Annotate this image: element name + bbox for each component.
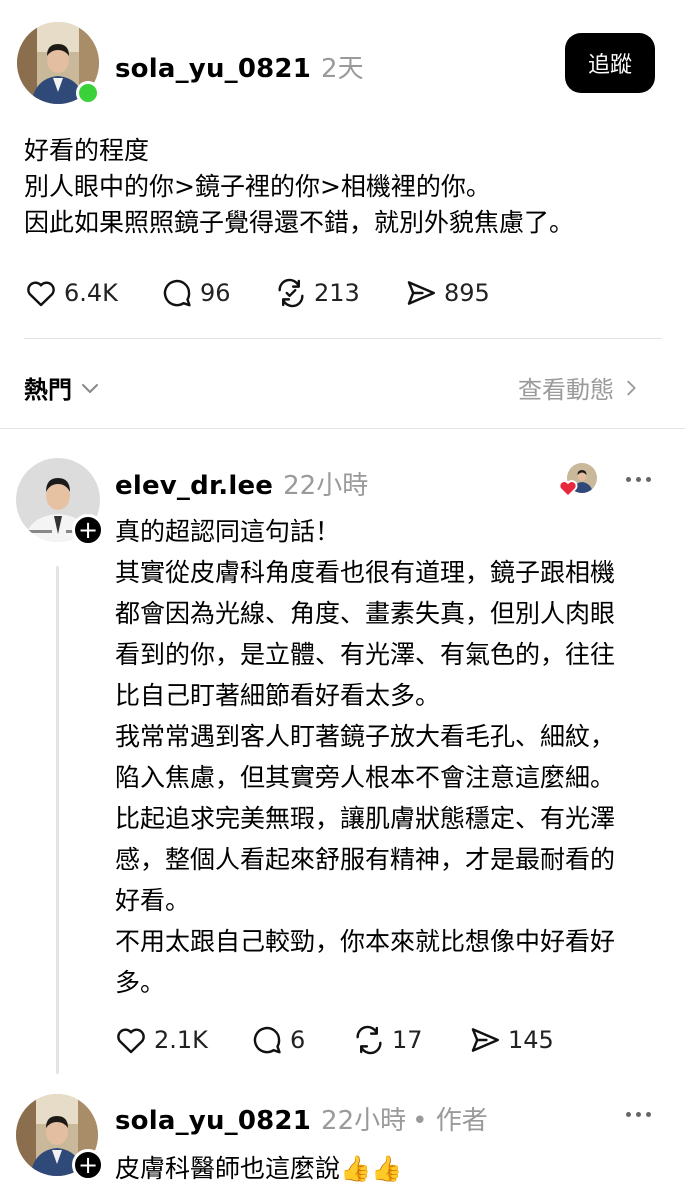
post-username[interactable]: sola_yu_0821 bbox=[115, 54, 311, 84]
comment-count: 6 bbox=[290, 1026, 306, 1054]
reply-actions: 2.1K 6 17 145 bbox=[114, 1023, 588, 1057]
like-button[interactable]: 6.4K bbox=[24, 276, 160, 310]
reply-line: 比起追求完美無瑕，讓肌膚狀態穩定、有光澤 bbox=[115, 804, 616, 833]
thread-line bbox=[56, 566, 59, 1074]
sort-dropdown[interactable]: 熱門 bbox=[24, 370, 102, 405]
like-count: 2.1K bbox=[154, 1026, 208, 1054]
send-icon bbox=[471, 1028, 499, 1052]
repost-icon bbox=[278, 278, 304, 308]
reply-line: 其實從皮膚科角度看也很有道理，鏡子跟相機 bbox=[115, 558, 616, 587]
post-actions: 6.4K 96 213 895 bbox=[24, 276, 524, 310]
more-options-button[interactable] bbox=[626, 477, 651, 482]
share-count: 145 bbox=[508, 1026, 554, 1054]
reply-body: 皮膚科醫師也這麼說👍👍 bbox=[115, 1154, 403, 1183]
heart-icon bbox=[117, 1028, 145, 1054]
reply-line: 我常常遇到客人盯著鏡子放大看毛孔、細紋， bbox=[115, 722, 616, 751]
reply-username[interactable]: elev_dr.lee bbox=[115, 471, 273, 501]
section-divider bbox=[24, 338, 662, 339]
reply-line: 比自己盯著細節看好看太多。 bbox=[115, 681, 441, 710]
post-body: 好看的程度 別人眼中的你>鏡子裡的你>相機裡的你。 因此如果照照鏡子覺得還不錯，… bbox=[24, 133, 664, 241]
sort-label: 熱門 bbox=[24, 376, 72, 404]
comment-button[interactable]: 96 bbox=[160, 276, 274, 310]
reply-line: 感，整個人看起來舒服有精神，才是最耐看的 bbox=[115, 845, 616, 874]
comment-count: 96 bbox=[200, 279, 231, 307]
post-line: 別人眼中的你>鏡子裡的你>相機裡的你。 bbox=[24, 172, 491, 201]
comment-icon bbox=[253, 1026, 281, 1054]
view-activity-link[interactable]: 查看動態 bbox=[518, 370, 642, 405]
like-button[interactable]: 2.1K bbox=[114, 1023, 250, 1057]
chevron-right-icon bbox=[627, 380, 636, 395]
reply-line: 多。 bbox=[115, 968, 166, 997]
view-activity-label: 查看動態 bbox=[518, 376, 614, 404]
like-count: 6.4K bbox=[64, 279, 118, 307]
reply-time: 22小時 bbox=[283, 471, 369, 501]
reply-body: 真的超認同這句話！ 其實從皮膚科角度看也很有道理，鏡子跟相機 都會因為光線、角度… bbox=[115, 511, 675, 1003]
send-icon bbox=[407, 281, 435, 305]
reply-username[interactable]: sola_yu_0821 bbox=[115, 1106, 311, 1136]
reply-line: 真的超認同這句話！ bbox=[115, 517, 341, 546]
more-options-button[interactable] bbox=[626, 1112, 651, 1117]
heart-icon bbox=[558, 480, 578, 498]
reply-line: 看到的你，是立體、有光澤、有氣色的，往往 bbox=[115, 640, 616, 669]
comment-icon bbox=[163, 279, 191, 307]
reply-line: 陷入焦慮，但其實旁人根本不會注意這麼細。 bbox=[115, 763, 616, 792]
repost-count: 17 bbox=[392, 1026, 423, 1054]
reply-line: 不用太跟自己較勁，你本來就比想像中好看好 bbox=[115, 927, 616, 956]
post-line: 因此如果照照鏡子覺得還不錯，就別外貌焦慮了。 bbox=[24, 208, 575, 237]
post-time: 2天 bbox=[321, 54, 364, 84]
repost-icon bbox=[356, 1025, 382, 1055]
section-divider bbox=[0, 428, 685, 429]
reply-line: 都會因為光線、角度、畫素失真，但別人肉眼 bbox=[115, 599, 616, 628]
chevron-down-icon bbox=[82, 383, 98, 393]
repost-button[interactable]: 213 bbox=[274, 276, 404, 310]
repost-button[interactable]: 17 bbox=[352, 1023, 468, 1057]
follow-button[interactable]: 追蹤 bbox=[565, 33, 655, 93]
share-button[interactable]: 895 bbox=[404, 276, 524, 310]
reply-line: 好看。 bbox=[115, 886, 191, 915]
comment-button[interactable]: 6 bbox=[250, 1023, 352, 1057]
share-count: 895 bbox=[444, 279, 490, 307]
heart-icon bbox=[27, 281, 55, 307]
post-line: 好看的程度 bbox=[24, 136, 150, 165]
repost-count: 213 bbox=[314, 279, 360, 307]
follow-plus-button[interactable]: + bbox=[72, 1149, 104, 1181]
follow-plus-button[interactable]: + bbox=[72, 514, 104, 546]
share-button[interactable]: 145 bbox=[468, 1023, 588, 1057]
reply-time: 22小時 bbox=[321, 1106, 407, 1136]
author-tag: • 作者 bbox=[412, 1106, 488, 1136]
online-status-dot bbox=[76, 81, 100, 105]
